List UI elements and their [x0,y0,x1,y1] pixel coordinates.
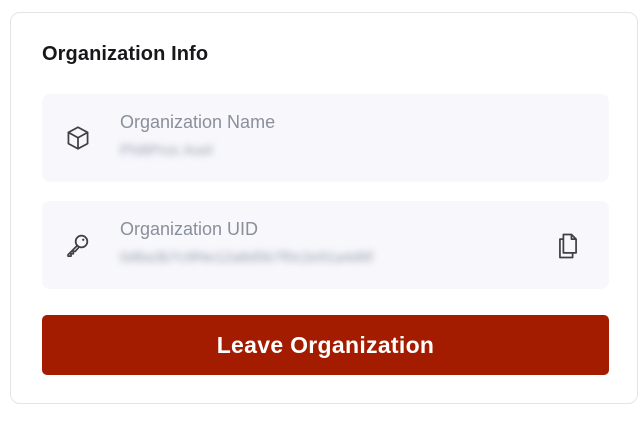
organization-uid-value: 0d6a3b7c9f4e12a8d5b7f0c2e91a4d6f [120,249,373,266]
organization-uid-label: Organization UID [120,219,259,239]
copy-icon[interactable] [555,231,581,261]
cube-icon [64,124,92,152]
organization-info-card: Organization Info Organization Name Phil… [10,12,638,404]
organization-name-value: PhiltProc Axel [120,142,213,159]
leave-organization-button[interactable]: Leave Organization [42,315,609,375]
organization-uid-row: Organization UID 0d6a3b7c9f4e12a8d5b7f0c… [42,201,609,289]
organization-name-label: Organization Name [120,112,276,132]
key-icon [64,231,92,259]
card-title: Organization Info [42,43,209,65]
organization-name-row: Organization Name PhiltProc Axel [42,94,609,182]
